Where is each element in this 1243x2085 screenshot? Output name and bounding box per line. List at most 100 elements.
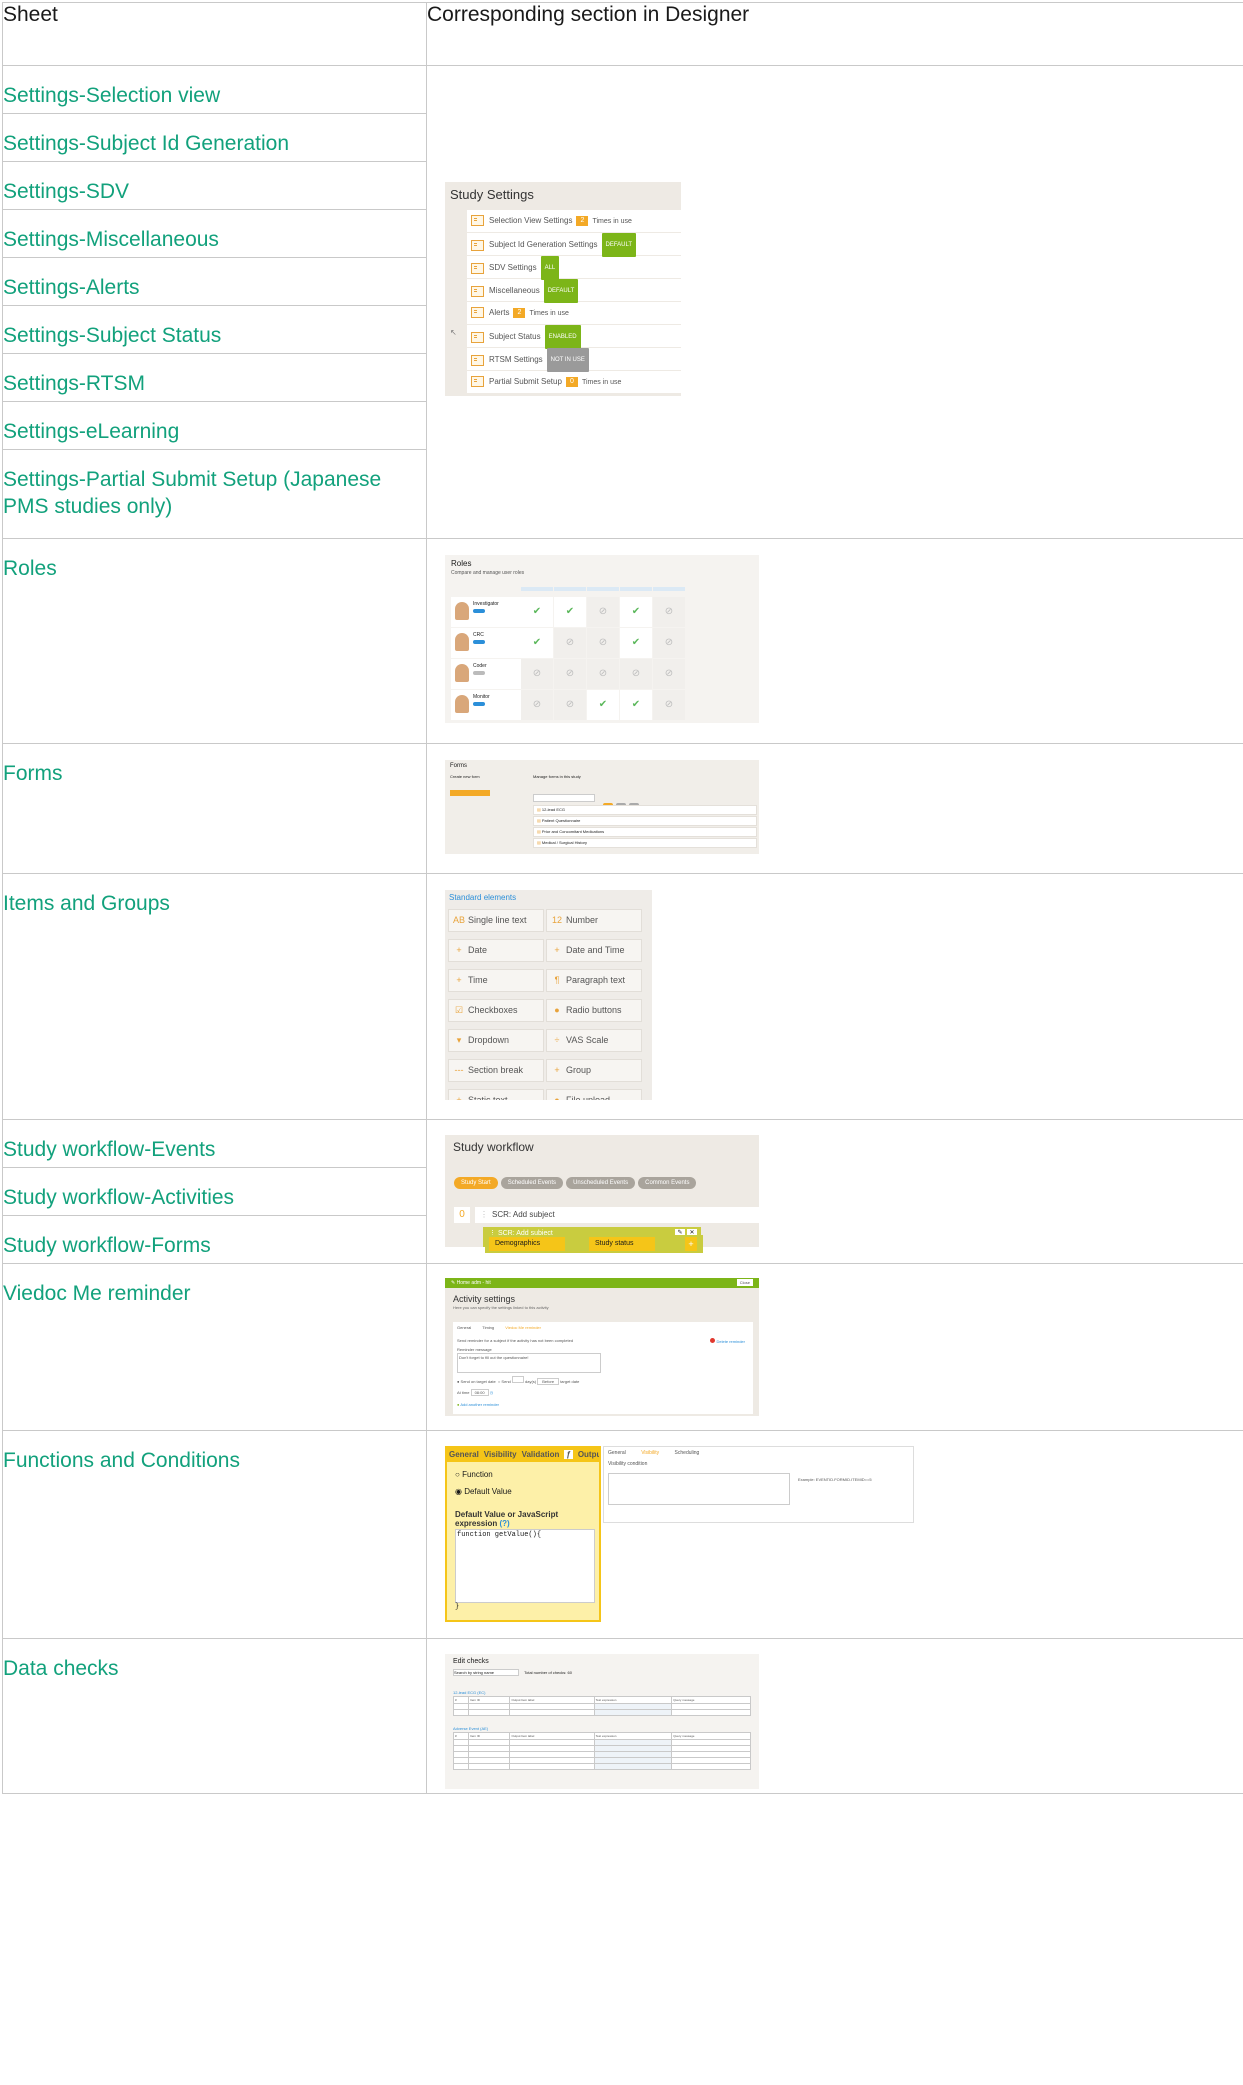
settings-item[interactable]: Alerts 2 Times in use: [467, 302, 681, 324]
element-button[interactable]: + Date and Time: [546, 939, 642, 962]
permission-denied-icon[interactable]: ⊘: [620, 659, 652, 689]
sheet-link-selection-view[interactable]: Settings-Selection view: [3, 82, 426, 109]
permission-denied-icon[interactable]: ⊘: [587, 628, 619, 658]
element-button[interactable]: ● Radio buttons: [546, 999, 642, 1022]
forms-search-input[interactable]: [533, 794, 595, 802]
permission-denied-icon[interactable]: ⊘: [554, 690, 586, 720]
add-form-icon[interactable]: +: [685, 1237, 697, 1251]
element-button[interactable]: ÷ VAS Scale: [546, 1029, 642, 1052]
permission-denied-icon[interactable]: ⊘: [653, 659, 685, 689]
sheet-link-subject-id-generation[interactable]: Settings-Subject Id Generation: [3, 130, 426, 157]
element-button[interactable]: + Group: [546, 1059, 642, 1082]
settings-item[interactable]: Subject Id Generation Settings DEFAULT: [467, 233, 681, 257]
viedoc-delete-link[interactable]: Delete reminder: [710, 1338, 745, 1344]
permission-granted-icon[interactable]: ✔: [620, 690, 652, 720]
checks-row[interactable]: [452, 1709, 751, 1716]
sheet-link-sdv[interactable]: Settings-SDV: [3, 178, 426, 205]
viedoc-close-button[interactable]: Close: [736, 1279, 753, 1286]
settings-item[interactable]: RTSM Settings NOT IN USE: [467, 348, 681, 372]
sheet-link-workflow-events[interactable]: Study workflow-Events: [3, 1136, 426, 1163]
settings-item[interactable]: Subject Status ENABLED: [467, 325, 681, 349]
form-list-item[interactable]: ▤ Patient Questionnaire: [533, 816, 757, 826]
form-list-item[interactable]: ▤ 12-lead ECG: [533, 805, 757, 815]
element-button[interactable]: + Static text: [448, 1089, 544, 1100]
workflow-tab[interactable]: Study Start: [454, 1177, 498, 1189]
function-tab[interactable]: Validation: [522, 1450, 560, 1459]
function-tab[interactable]: Visibility: [484, 1450, 517, 1459]
element-button[interactable]: --- Section break: [448, 1059, 544, 1082]
sheet-link-subject-status[interactable]: Settings-Subject Status: [3, 322, 426, 349]
permission-denied-icon[interactable]: ⊘: [653, 597, 685, 627]
side-tab-general[interactable]: General: [608, 1450, 626, 1456]
form-list-item[interactable]: ▤ Medical / Surgical History: [533, 838, 757, 848]
permission-granted-icon[interactable]: ✔: [620, 628, 652, 658]
permission-denied-icon[interactable]: ⊘: [653, 628, 685, 658]
permission-granted-icon[interactable]: ✔: [521, 628, 553, 658]
function-tab[interactable]: Output: [578, 1450, 599, 1459]
role-toggle[interactable]: [473, 702, 485, 706]
visibility-field[interactable]: [608, 1473, 790, 1505]
sheet-link-workflow-forms[interactable]: Study workflow-Forms: [3, 1232, 426, 1259]
workflow-tab[interactable]: Unscheduled Events: [566, 1177, 636, 1189]
workflow-tab[interactable]: Scheduled Events: [500, 1177, 564, 1189]
side-tab-visibility[interactable]: Visibility: [641, 1450, 659, 1456]
element-button[interactable]: AB Single line text: [448, 909, 544, 932]
permission-granted-icon[interactable]: ✔: [620, 597, 652, 627]
event-row[interactable]: ⋮ SCR: Add subject: [475, 1207, 759, 1223]
sheet-link-partial-submit[interactable]: Settings-Partial Submit Setup (Japanese …: [3, 466, 426, 520]
permission-denied-icon[interactable]: ⊘: [554, 659, 586, 689]
sheet-link-items-groups[interactable]: Items and Groups: [3, 890, 426, 917]
permission-granted-icon[interactable]: ✔: [554, 597, 586, 627]
role-toggle[interactable]: [473, 671, 485, 675]
viedoc-tab-timing[interactable]: Timing: [482, 1325, 494, 1330]
element-button[interactable]: ▾ Dropdown: [448, 1029, 544, 1052]
workflow-form-demographics[interactable]: Demographics: [489, 1237, 565, 1251]
sheet-link-functions[interactable]: Functions and Conditions: [3, 1447, 426, 1474]
side-tab-scheduling[interactable]: Scheduling: [675, 1450, 700, 1456]
permission-denied-icon[interactable]: ⊘: [554, 628, 586, 658]
function-tab[interactable]: ƒ: [564, 1450, 573, 1459]
sheet-link-rtsm[interactable]: Settings-RTSM: [3, 370, 426, 397]
add-form-button[interactable]: [450, 790, 490, 796]
permission-denied-icon[interactable]: ⊘: [521, 659, 553, 689]
sheet-link-alerts[interactable]: Settings-Alerts: [3, 274, 426, 301]
sheet-link-workflow-activities[interactable]: Study workflow-Activities: [3, 1184, 426, 1211]
role-toggle[interactable]: [473, 609, 485, 613]
checks-row[interactable]: [452, 1763, 751, 1770]
sheet-link-roles[interactable]: Roles: [3, 555, 426, 582]
viedoc-before-select[interactable]: Before: [537, 1378, 560, 1385]
element-button[interactable]: 12 Number: [546, 909, 642, 932]
element-button[interactable]: ☑ Checkboxes: [448, 999, 544, 1022]
expression-editor[interactable]: function getValue(){: [455, 1529, 595, 1603]
permission-denied-icon[interactable]: ⊘: [653, 690, 685, 720]
viedoc-tab-reminder[interactable]: Viedoc Me reminder: [505, 1325, 541, 1330]
viedoc-time-field[interactable]: 08:00: [470, 1389, 489, 1396]
function-option[interactable]: ○ Function: [455, 1470, 599, 1479]
permission-granted-icon[interactable]: ✔: [587, 690, 619, 720]
viedoc-msg-field[interactable]: Don't forget to fill out the questionnai…: [457, 1353, 601, 1373]
sheet-link-miscellaneous[interactable]: Settings-Miscellaneous: [3, 226, 426, 253]
checks-search-input[interactable]: Search by string name: [453, 1669, 519, 1676]
permission-denied-icon[interactable]: ⊘: [587, 659, 619, 689]
permission-granted-icon[interactable]: ✔: [521, 597, 553, 627]
viedoc-tab-general[interactable]: General: [457, 1325, 471, 1330]
settings-item[interactable]: Selection View Settings 2 Times in use: [467, 210, 681, 232]
sheet-link-viedoc-me[interactable]: Viedoc Me reminder: [3, 1280, 426, 1307]
settings-item[interactable]: Miscellaneous DEFAULT: [467, 279, 681, 303]
element-button[interactable]: ● File upload: [546, 1089, 642, 1100]
permission-denied-icon[interactable]: ⊘: [521, 690, 553, 720]
workflow-tab[interactable]: Common Events: [638, 1177, 697, 1189]
default-value-option[interactable]: ◉ Default Value: [455, 1487, 599, 1496]
sheet-link-data-checks[interactable]: Data checks: [3, 1655, 426, 1682]
sheet-link-elearning[interactable]: Settings-eLearning: [3, 418, 426, 445]
viedoc-add-link[interactable]: ● Add another reminder: [457, 1402, 499, 1407]
sheet-link-forms[interactable]: Forms: [3, 760, 426, 787]
element-button[interactable]: + Time: [448, 969, 544, 992]
form-list-item[interactable]: ▤ Prior and Concomitant Medications: [533, 827, 757, 837]
element-button[interactable]: ¶ Paragraph text: [546, 969, 642, 992]
workflow-form-study-status[interactable]: Study status: [589, 1237, 655, 1251]
element-button[interactable]: + Date: [448, 939, 544, 962]
role-toggle[interactable]: [473, 640, 485, 644]
settings-item[interactable]: SDV Settings ALL: [467, 256, 681, 280]
function-tab[interactable]: General: [449, 1450, 479, 1459]
